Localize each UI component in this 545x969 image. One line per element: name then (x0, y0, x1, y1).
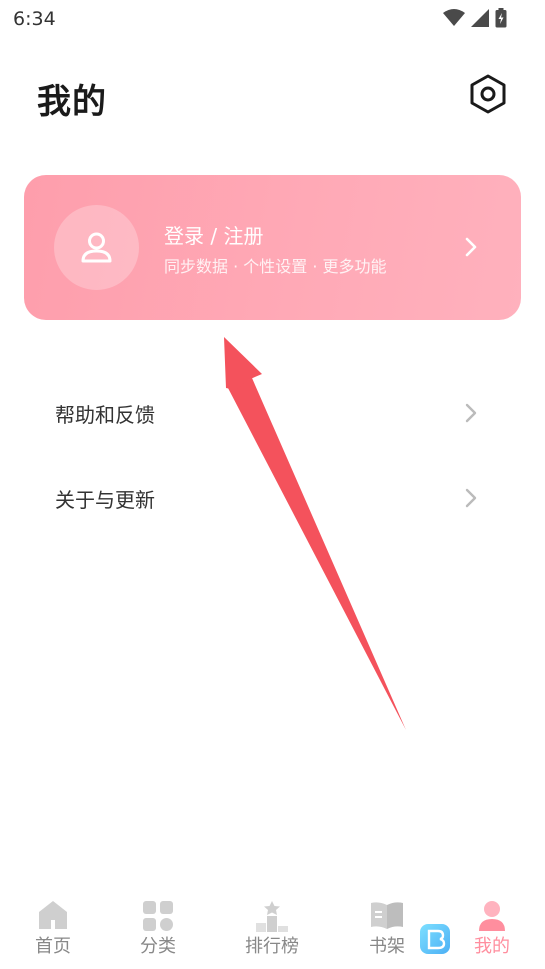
signal-icon (471, 9, 489, 31)
watermark-logo (420, 924, 450, 954)
ranking-icon (255, 900, 289, 936)
login-title: 登录 / 注册 (164, 224, 264, 248)
status-bar: 6:34 (0, 0, 545, 38)
wifi-icon (443, 9, 465, 31)
nav-label: 书架 (369, 936, 405, 957)
nav-label: 首页 (35, 936, 71, 957)
menu-item-label: 关于与更新 (55, 488, 155, 512)
grid-icon (142, 900, 174, 936)
menu-item-help-feedback[interactable]: 帮助和反馈 (0, 377, 545, 447)
book-icon (370, 900, 404, 934)
chevron-right-icon (464, 488, 478, 512)
nav-item-mine[interactable]: 我的 (447, 890, 537, 962)
nav-item-bookshelf[interactable]: 书架 (342, 890, 432, 962)
nav-item-ranking[interactable]: 排行榜 (227, 890, 317, 962)
chevron-right-icon (464, 237, 478, 261)
settings-button[interactable] (466, 72, 510, 116)
menu-item-label: 帮助和反馈 (55, 403, 155, 427)
battery-charging-icon (495, 8, 507, 32)
chevron-right-icon (464, 403, 478, 427)
profile-icon (477, 900, 507, 936)
nav-item-home[interactable]: 首页 (8, 890, 98, 962)
avatar (54, 205, 139, 290)
login-subtitle: 同步数据 · 个性设置 · 更多功能 (164, 257, 387, 276)
status-icons (443, 8, 507, 32)
status-time: 6:34 (13, 8, 56, 30)
bottom-nav: 首页 分类 排行榜 书架 我的 (0, 890, 545, 969)
page-title: 我的 (37, 82, 107, 122)
nav-item-category[interactable]: 分类 (113, 890, 203, 962)
nav-label: 分类 (140, 936, 176, 957)
home-icon (37, 900, 69, 934)
nav-label: 排行榜 (245, 936, 299, 957)
login-card[interactable]: 登录 / 注册 同步数据 · 个性设置 · 更多功能 (24, 175, 521, 320)
settings-hexagon-icon (466, 74, 510, 120)
menu-item-about-update[interactable]: 关于与更新 (0, 462, 545, 532)
nav-label: 我的 (474, 936, 510, 957)
